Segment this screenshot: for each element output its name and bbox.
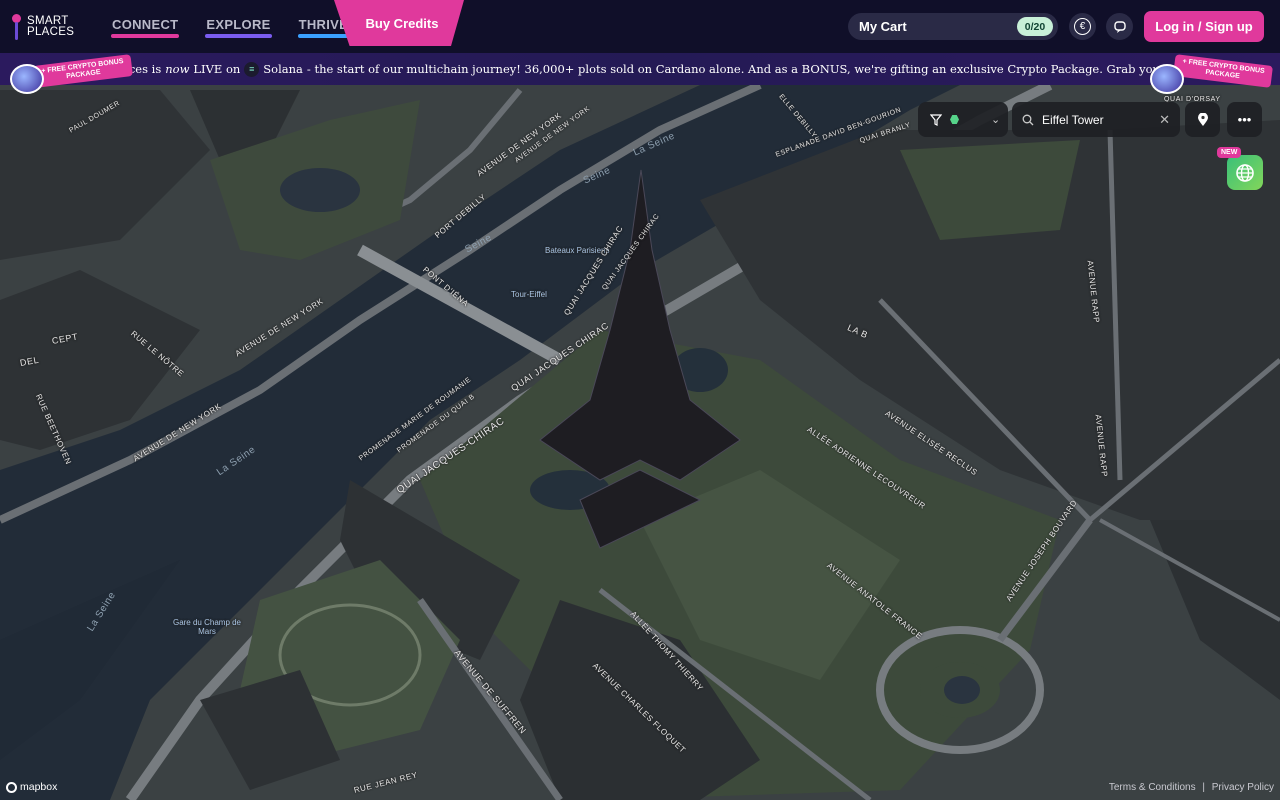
- map-label: Gare du Champ de Mars: [172, 618, 242, 636]
- cart-count-badge: 0/20: [1017, 17, 1053, 36]
- logo-mark-icon: [11, 14, 23, 40]
- chevron-down-icon: ⌄: [991, 114, 1001, 126]
- privacy-link[interactable]: Privacy Policy: [1212, 782, 1274, 793]
- search-box[interactable]: ✕: [1012, 102, 1180, 137]
- more-options-button[interactable]: •••: [1227, 102, 1262, 137]
- filter-dropdown[interactable]: ⌄: [918, 102, 1008, 137]
- main-nav: CONNECT EXPLORE THRIVE: [111, 0, 350, 53]
- crypto-bonus-promo-right[interactable]: + FREE CRYPTO BONUS PACKAGE: [1150, 54, 1274, 96]
- search-input[interactable]: [1042, 112, 1152, 127]
- solana-icon: ≡: [244, 61, 260, 77]
- mapbox-attribution[interactable]: mapbox: [6, 781, 57, 793]
- map-label: Tour-Eiffel: [511, 290, 547, 299]
- mapbox-logo-icon: [6, 781, 17, 793]
- legal-links: Terms & Conditions | Privacy Policy: [1109, 782, 1274, 793]
- logo-text: SMART PLACES: [27, 15, 75, 38]
- search-icon: [1022, 114, 1034, 125]
- crypto-coin-icon: [1150, 64, 1184, 94]
- nav-connect[interactable]: CONNECT: [111, 17, 180, 38]
- app: AVENUE DE NEW YORK AVENUE DE NEW YORK AV…: [0, 0, 1280, 800]
- buy-credits-button[interactable]: Buy Credits: [334, 0, 464, 46]
- smartplaces-logo[interactable]: SMART PLACES: [11, 12, 91, 42]
- promo-text: + FREE CRYPTO BONUS PACKAGE: [1173, 54, 1273, 88]
- more-dots-icon: •••: [1237, 112, 1252, 127]
- my-cart-button[interactable]: My Cart 0/20: [848, 13, 1058, 40]
- currency-button[interactable]: €: [1069, 13, 1096, 40]
- chat-icon: [1113, 20, 1126, 33]
- crypto-bonus-promo-left[interactable]: + FREE CRYPTO BONUS PACKAGE: [10, 54, 133, 96]
- clear-search-icon[interactable]: ✕: [1159, 112, 1170, 128]
- location-pin-icon: [1197, 112, 1208, 126]
- crypto-coin-icon: [10, 64, 44, 94]
- announcement-banner[interactable]: SmartPlaces is now LIVE on ≡ Solana - th…: [0, 53, 1280, 85]
- cart-label: My Cart: [859, 19, 907, 34]
- globe-view-button[interactable]: [1227, 155, 1263, 190]
- login-signup-button[interactable]: Log in / Sign up: [1144, 11, 1264, 42]
- terms-link[interactable]: Terms & Conditions: [1109, 782, 1196, 793]
- announce-chain: Solana: [263, 62, 303, 76]
- announce-live: LIVE on: [193, 62, 241, 76]
- filter-icon: [930, 113, 942, 126]
- nav-explore[interactable]: EXPLORE: [205, 17, 272, 38]
- nav-thrive[interactable]: THRIVE: [297, 17, 350, 38]
- top-navigation-bar: SMART PLACES CONNECT EXPLORE THRIVE Buy …: [0, 0, 1280, 53]
- location-pin-button[interactable]: [1185, 102, 1220, 137]
- announce-emph: now: [165, 62, 190, 76]
- announce-rest: - the start of our multichain journey! 3…: [306, 62, 1206, 76]
- legal-separator: |: [1202, 782, 1205, 793]
- euro-icon: €: [1074, 18, 1091, 35]
- new-badge: NEW: [1217, 147, 1242, 158]
- promo-text: + FREE CRYPTO BONUS PACKAGE: [33, 54, 133, 88]
- hex-plot-icon: [950, 115, 959, 124]
- chat-button[interactable]: [1106, 13, 1133, 40]
- globe-icon: [1236, 163, 1254, 182]
